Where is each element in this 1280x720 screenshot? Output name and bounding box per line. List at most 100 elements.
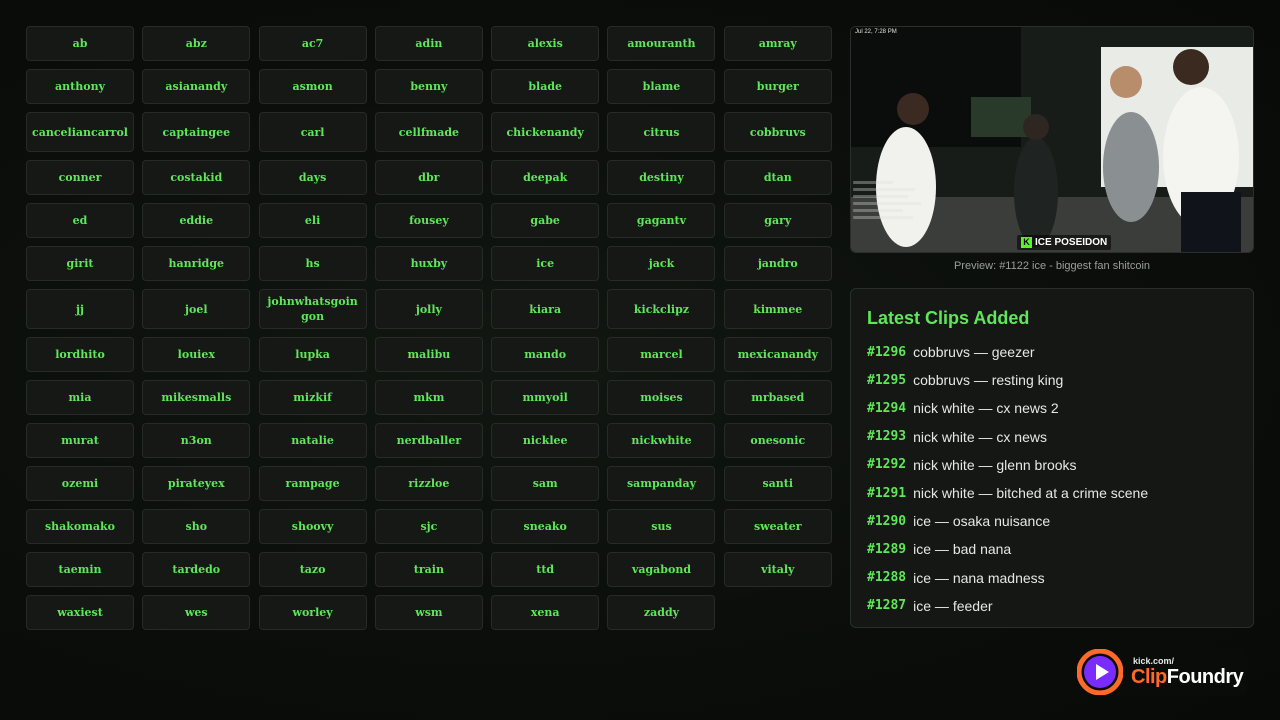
streamer-button-mrbased[interactable]: mrbased [723,380,832,415]
streamer-button-fousey[interactable]: fousey [374,203,483,238]
streamer-button-days[interactable]: days [258,160,367,195]
streamer-button-mikesmalls[interactable]: mikesmalls [142,380,251,415]
streamer-button-gabe[interactable]: gabe [491,203,600,238]
streamer-button-ice[interactable]: ice [491,246,600,281]
streamer-button-sam[interactable]: sam [491,466,600,501]
streamer-button-mizkif[interactable]: mizkif [258,380,367,415]
streamer-button-hs[interactable]: hs [258,246,367,281]
streamer-button-onesonic[interactable]: onesonic [723,423,832,458]
streamer-button-kickclipz[interactable]: kickclipz [607,289,716,329]
clip-item[interactable]: #1291 nick white — bitched at a crime sce… [867,479,1237,507]
streamer-button-jj[interactable]: jj [26,289,134,329]
streamer-button-louiex[interactable]: louiex [142,337,251,372]
streamer-button-vitaly[interactable]: vitaly [723,552,832,587]
streamer-button-canceliancarrol[interactable]: canceliancarrol [26,112,134,152]
streamer-button-carl[interactable]: carl [258,112,367,152]
streamer-button-tardedo[interactable]: tardedo [142,552,251,587]
streamer-button-natalie[interactable]: natalie [258,423,367,458]
streamer-button-deepak[interactable]: deepak [491,160,600,195]
streamer-button-mkm[interactable]: mkm [374,380,483,415]
streamer-button-taemin[interactable]: taemin [26,552,134,587]
streamer-button-rizzloe[interactable]: rizzloe [374,466,483,501]
streamer-button-benny[interactable]: benny [374,69,483,104]
clip-item[interactable]: #1292 nick white — glenn brooks [867,451,1237,479]
streamer-button-johnwhatsgoingon[interactable]: johnwhatsgoingon [258,289,367,329]
streamer-button-sneako[interactable]: sneako [491,509,600,544]
streamer-button-gagantv[interactable]: gagantv [607,203,716,238]
clip-item[interactable]: #1295 cobbruvs — resting king [867,366,1237,394]
streamer-button-joel[interactable]: joel [142,289,251,329]
streamer-button-wsm[interactable]: wsm [374,595,483,630]
streamer-button-n3on[interactable]: n3on [142,423,251,458]
streamer-button-vagabond[interactable]: vagabond [607,552,716,587]
streamer-button-sampanday[interactable]: sampanday [607,466,716,501]
streamer-button-mia[interactable]: mia [26,380,134,415]
streamer-button-shoovy[interactable]: shoovy [258,509,367,544]
streamer-button-mexicanandy[interactable]: mexicanandy [723,337,832,372]
streamer-button-amouranth[interactable]: amouranth [607,26,716,61]
streamer-button-mando[interactable]: mando [491,337,600,372]
streamer-button-burger[interactable]: burger [723,69,832,104]
clip-item[interactable]: #1296 cobbruvs — geezer [867,338,1237,366]
streamer-button-huxby[interactable]: huxby [374,246,483,281]
streamer-button-lordhito[interactable]: lordhito [26,337,134,372]
streamer-button-cobbruvs[interactable]: cobbruvs [723,112,832,152]
streamer-button-santi[interactable]: santi [723,466,832,501]
streamer-button-cellfmade[interactable]: cellfmade [374,112,483,152]
clip-item[interactable]: #1289 ice — bad nana [867,535,1237,563]
streamer-button-alexis[interactable]: alexis [491,26,600,61]
streamer-button-eddie[interactable]: eddie [142,203,251,238]
streamer-button-kimmee[interactable]: kimmee [723,289,832,329]
streamer-button-gary[interactable]: gary [723,203,832,238]
streamer-button-moises[interactable]: moises [607,380,716,415]
streamer-button-costakid[interactable]: costakid [142,160,251,195]
streamer-button-sweater[interactable]: sweater [723,509,832,544]
streamer-button-conner[interactable]: conner [26,160,134,195]
streamer-button-eli[interactable]: eli [258,203,367,238]
streamer-button-rampage[interactable]: rampage [258,466,367,501]
streamer-button-destiny[interactable]: destiny [607,160,716,195]
streamer-button-xena[interactable]: xena [491,595,600,630]
streamer-button-wes[interactable]: wes [142,595,251,630]
streamer-button-abz[interactable]: abz [142,26,251,61]
streamer-button-zaddy[interactable]: zaddy [607,595,716,630]
streamer-button-sjc[interactable]: sjc [374,509,483,544]
streamer-button-hanridge[interactable]: hanridge [142,246,251,281]
streamer-button-jolly[interactable]: jolly [374,289,483,329]
streamer-button-sho[interactable]: sho [142,509,251,544]
streamer-button-amray[interactable]: amray [723,26,832,61]
streamer-button-nicklee[interactable]: nicklee [491,423,600,458]
streamer-button-marcel[interactable]: marcel [607,337,716,372]
streamer-button-waxiest[interactable]: waxiest [26,595,134,630]
streamer-button-ozemi[interactable]: ozemi [26,466,134,501]
clip-preview[interactable]: Jul 22, 7:28 PM K ICE POSEIDON [850,26,1254,253]
streamer-button-sus[interactable]: sus [607,509,716,544]
clip-item[interactable]: #1288 ice — nana madness [867,564,1237,592]
clip-item[interactable]: #1287 ice — feeder [867,592,1237,620]
streamer-button-lupka[interactable]: lupka [258,337,367,372]
streamer-button-ac7[interactable]: ac7 [258,26,367,61]
streamer-button-kiara[interactable]: kiara [491,289,600,329]
streamer-button-pirateyex[interactable]: pirateyex [142,466,251,501]
streamer-button-asianandy[interactable]: asianandy [142,69,251,104]
streamer-button-malibu[interactable]: malibu [374,337,483,372]
streamer-button-nerdballer[interactable]: nerdballer [374,423,483,458]
streamer-button-tazo[interactable]: tazo [258,552,367,587]
streamer-button-girit[interactable]: girit [26,246,134,281]
streamer-button-captaingee[interactable]: captaingee [142,112,251,152]
streamer-button-blade[interactable]: blade [491,69,600,104]
streamer-button-chickenandy[interactable]: chickenandy [491,112,600,152]
streamer-button-ab[interactable]: ab [26,26,134,61]
clip-item[interactable]: #1294 nick white — cx news 2 [867,394,1237,422]
streamer-button-murat[interactable]: murat [26,423,134,458]
streamer-button-anthony[interactable]: anthony [26,69,134,104]
streamer-button-shakomako[interactable]: shakomako [26,509,134,544]
streamer-button-jack[interactable]: jack [607,246,716,281]
streamer-button-worley[interactable]: worley [258,595,367,630]
clip-item[interactable]: #1293 nick white — cx news [867,423,1237,451]
streamer-button-blame[interactable]: blame [607,69,716,104]
streamer-button-mmyoil[interactable]: mmyoil [491,380,600,415]
clip-item[interactable]: #1290 ice — osaka nuisance [867,507,1237,535]
streamer-button-nickwhite[interactable]: nickwhite [607,423,716,458]
streamer-button-ttd[interactable]: ttd [491,552,600,587]
